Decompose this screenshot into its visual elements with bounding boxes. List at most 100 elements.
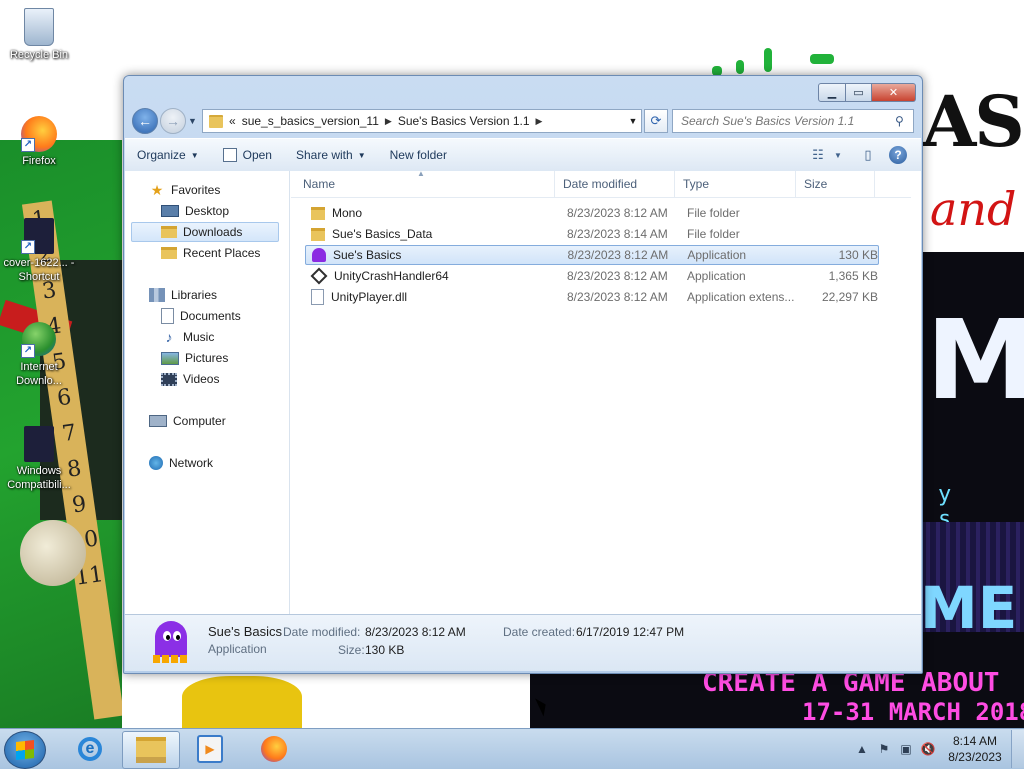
taskbar-internet-explorer[interactable]: e <box>62 731 118 767</box>
open-button[interactable]: Open <box>211 141 284 169</box>
chevron-right-icon[interactable]: ▶ <box>536 116 543 127</box>
action-center-button[interactable]: ⚑ <box>873 740 895 758</box>
internet-explorer-icon: e <box>78 737 102 761</box>
file-row[interactable]: UnityCrashHandler64 8/23/2023 8:12 AM Appl… <box>305 266 879 286</box>
view-options-button[interactable]: ☷ <box>805 144 831 166</box>
breadcrumb-sue-s-basics-version-11[interactable]: sue_s_basics_version_11 <box>242 114 379 128</box>
file-date-modified: 8/23/2023 8:12 AM <box>567 290 668 304</box>
column-header-date-modified[interactable]: Date modified <box>555 171 675 197</box>
preview-pane-button[interactable]: ▯ <box>855 144 881 166</box>
clock[interactable]: 8:14 AM 8/23/2023 <box>939 733 1011 765</box>
nav-music[interactable]: ♪ Music <box>161 327 215 347</box>
documents-icon <box>161 308 174 324</box>
nav-desktop[interactable]: Desktop <box>161 201 229 221</box>
file-type: Application <box>687 269 746 283</box>
nav-favorites[interactable]: ★ Favorites <box>149 180 221 200</box>
chevron-down-icon: ▼ <box>357 150 366 160</box>
show-hidden-icons-button[interactable]: ▲ <box>851 740 873 758</box>
desktop-icon-recycle-bin[interactable]: Recycle Bin <box>1 8 77 62</box>
nav-videos[interactable]: Videos <box>161 369 219 389</box>
nav-downloads[interactable]: Downloads <box>131 222 279 242</box>
nav-pictures[interactable]: Pictures <box>161 348 228 368</box>
maximize-button[interactable]: ▭ <box>846 83 872 102</box>
dll-file-icon <box>311 289 324 305</box>
share-with-button[interactable]: Share with ▼ <box>284 141 378 169</box>
minimize-button[interactable]: ▁ <box>818 83 846 102</box>
address-bar[interactable]: « sue_s_basics_version_11 ▶ Sue's Basics… <box>202 109 642 133</box>
file-name: UnityPlayer.dll <box>331 290 408 304</box>
explorer-window[interactable]: ▁ ▭ ✕ ← → ▼ « sue_s_basics_version_11 ▶ … <box>123 75 923 674</box>
folder-icon <box>136 737 166 763</box>
file-row[interactable]: Mono 8/23/2023 8:12 AM File folder <box>305 203 879 223</box>
volume-button[interactable]: 🔇 <box>917 740 939 758</box>
refresh-button[interactable]: ⟳ <box>644 109 668 133</box>
file-type: Application <box>687 248 747 262</box>
file-row[interactable]: UnityPlayer.dll 8/23/2023 8:12 AM Applicat… <box>305 287 879 307</box>
close-button[interactable]: ✕ <box>872 83 916 102</box>
file-row[interactable]: Sue's Basics_Data 8/23/2023 8:14 AM File f… <box>305 224 879 244</box>
nav-label: Documents <box>180 309 241 323</box>
taskbar-windows-explorer[interactable] <box>122 731 180 769</box>
column-header-size[interactable]: Size <box>796 171 875 197</box>
file-list[interactable]: ▲ Name Date modified Type Size Mono 8/23/2… <box>291 169 919 614</box>
nav-recent-places[interactable]: Recent Places <box>161 243 260 263</box>
recent-pages-dropdown[interactable]: ▼ <box>188 116 197 126</box>
desktop-icon-label: Recycle Bin <box>9 49 69 61</box>
navigation-pane[interactable]: ★ Favorites Desktop Downloads Recent Plac… <box>125 171 290 614</box>
volume-muted-icon: 🔇 <box>920 742 936 756</box>
new-folder-button[interactable]: New folder <box>378 141 459 169</box>
computer-icon <box>149 415 167 427</box>
network-icon <box>149 456 163 470</box>
videos-icon <box>161 372 177 386</box>
file-type: File folder <box>687 206 740 220</box>
address-dropdown[interactable]: ▼ <box>625 116 641 126</box>
address-overflow[interactable]: « <box>229 114 236 128</box>
column-label: Name <box>303 177 336 191</box>
desktop-icon-label: Windows Compatibili... <box>7 465 71 491</box>
poster-text-as: AS <box>922 80 1024 163</box>
breadcrumb-sues-basics-version-1-1[interactable]: Sue's Basics Version 1.1 <box>398 114 530 128</box>
forward-button[interactable]: → <box>160 108 186 134</box>
desktop-icon-windows-compat[interactable]: Windows Compatibili... <box>1 426 77 492</box>
nav-label: Libraries <box>171 288 218 302</box>
column-header-name[interactable]: ▲ Name <box>291 169 555 197</box>
arrow-right-icon: → <box>166 113 180 129</box>
column-headers: ▲ Name Date modified Type Size <box>291 169 911 198</box>
ghost-app-icon <box>312 248 326 262</box>
search-input[interactable] <box>679 113 895 129</box>
view-dropdown[interactable]: ▼ <box>831 144 845 166</box>
folder-icon <box>311 206 325 220</box>
nav-computer[interactable]: Computer <box>149 411 226 431</box>
column-header-type[interactable]: Type <box>675 171 796 197</box>
clock-time: 8:14 AM <box>952 734 998 748</box>
chevron-up-icon: ▲ <box>856 742 868 756</box>
help-icon: ? <box>894 148 902 162</box>
arrow-left-icon: ← <box>138 113 152 129</box>
nav-libraries[interactable]: Libraries <box>149 285 217 305</box>
file-date-modified: 8/23/2023 8:12 AM <box>567 206 668 220</box>
file-name: Sue's Basics <box>333 248 402 262</box>
nav-documents[interactable]: Documents <box>161 306 241 326</box>
column-label: Date modified <box>563 177 638 191</box>
firefox-document-icon <box>21 426 57 462</box>
desktop-icon-firefox[interactable]: ↗ Firefox <box>1 116 77 168</box>
nav-network[interactable]: Network <box>149 453 213 473</box>
file-row[interactable]: Sue's Basics 8/23/2023 8:12 AM Application… <box>305 245 879 265</box>
organize-label: Organize <box>137 148 186 162</box>
details-file-type: Application <box>208 642 267 656</box>
search-box[interactable]: ⚲ <box>672 109 914 133</box>
chevron-right-icon[interactable]: ▶ <box>385 116 392 127</box>
show-desktop-button[interactable] <box>1011 730 1024 768</box>
nav-label: Network <box>169 456 214 470</box>
organize-button[interactable]: Organize ▼ <box>125 141 211 169</box>
desktop-icon-internet-download[interactable]: ↗ Internet Downlo... <box>1 322 77 388</box>
network-tray-button[interactable]: ▣ <box>895 740 917 758</box>
desktop-icon-cover-shortcut[interactable]: ↗ cover-1622... - Shortcut <box>1 218 77 284</box>
back-button[interactable]: ← <box>132 108 158 134</box>
start-button[interactable] <box>4 731 46 769</box>
window-icon <box>222 148 237 162</box>
taskbar-firefox[interactable] <box>246 731 302 767</box>
taskbar-media-player[interactable]: ▶ <box>182 731 238 767</box>
search-icon[interactable]: ⚲ <box>895 114 904 128</box>
help-button[interactable]: ? <box>889 146 907 164</box>
